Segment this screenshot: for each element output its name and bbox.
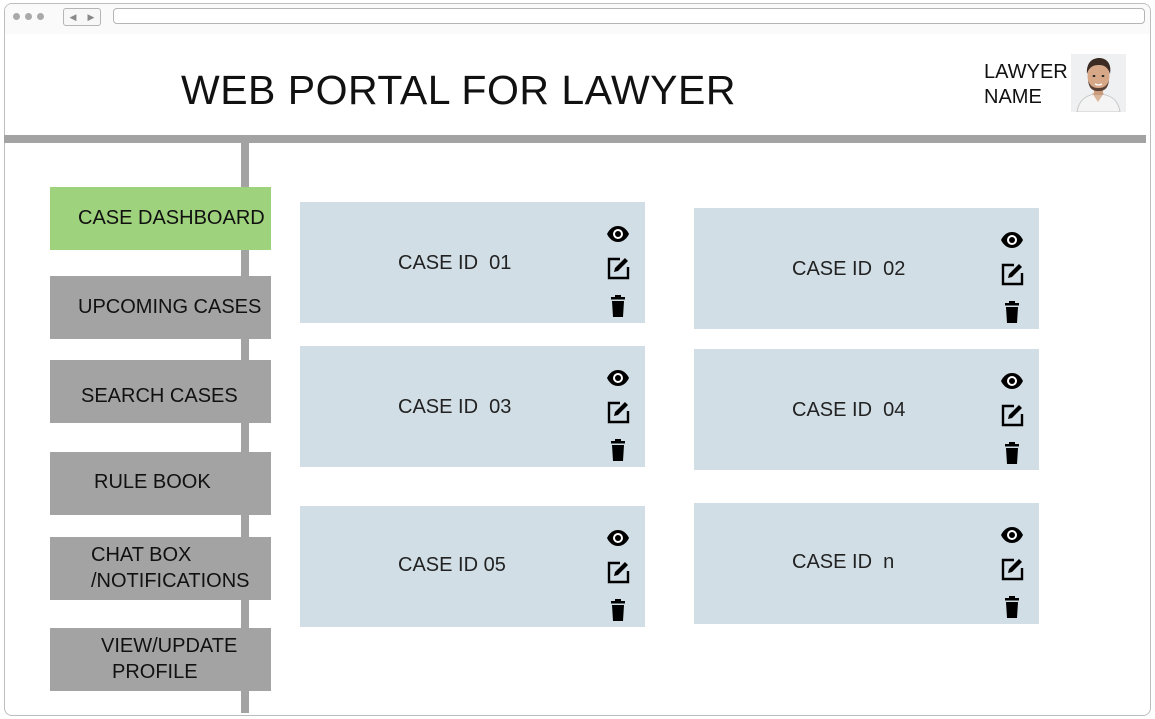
maximize-dot-icon[interactable] — [37, 13, 44, 20]
sidebar-item-view-update-profile[interactable]: VIEW/UPDATE PROFILE — [50, 628, 271, 691]
lawyer-name: LAWYER NAME — [984, 60, 1068, 110]
sidebar-item-chat-notifications[interactable]: CHAT BOX /NOTIFICATIONS — [50, 537, 271, 600]
case-card[interactable]: CASE ID n — [694, 503, 1039, 624]
close-dot-icon[interactable] — [13, 13, 20, 20]
sidebar-item-label-line2: /NOTIFICATIONS — [91, 570, 250, 592]
case-id-label: CASE ID — [792, 258, 873, 280]
eye-icon[interactable] — [1000, 369, 1024, 393]
trash-icon[interactable] — [606, 438, 630, 462]
edit-icon[interactable] — [606, 560, 630, 584]
sidebar-item-label-line2: PROFILE — [112, 661, 198, 683]
sidebar-item-label: UPCOMING CASES — [78, 296, 262, 318]
minimize-dot-icon[interactable] — [25, 13, 32, 20]
back-arrow-icon[interactable]: ◀ — [70, 12, 77, 22]
edit-icon[interactable] — [606, 400, 630, 424]
browser-toolbar: ◀ ▶ — [5, 4, 1150, 34]
case-card[interactable]: CASE ID 05 — [300, 506, 645, 627]
sidebar-item-label-line1: CHAT BOX — [91, 544, 192, 566]
case-id-label: CASE ID — [792, 551, 873, 573]
history-buttons: ◀ ▶ — [63, 8, 101, 26]
case-id-value: 05 — [483, 554, 506, 576]
case-label: CASE ID 03 — [398, 396, 511, 419]
case-label: CASE ID 04 — [792, 399, 905, 422]
case-id-value: 03 — [489, 396, 512, 418]
eye-icon[interactable] — [1000, 523, 1024, 547]
case-label: CASE ID 05 — [398, 554, 506, 577]
case-id-value: 02 — [883, 258, 906, 280]
address-bar[interactable] — [113, 8, 1145, 24]
sidebar-item-label: CASE DASHBOARD — [78, 207, 265, 229]
avatar[interactable] — [1071, 54, 1126, 112]
case-id-value: n — [883, 551, 895, 573]
trash-icon[interactable] — [606, 598, 630, 622]
case-id-value: 01 — [489, 252, 512, 274]
case-card[interactable]: CASE ID 04 — [694, 349, 1039, 470]
case-label: CASE ID n — [792, 551, 894, 574]
sidebar-item-label-line1: VIEW/UPDATE — [101, 635, 238, 657]
case-card[interactable]: CASE ID 01 — [300, 202, 645, 323]
case-id-value: 04 — [883, 399, 906, 421]
trash-icon[interactable] — [1000, 441, 1024, 465]
sidebar-item-rule-book[interactable]: RULE BOOK — [50, 452, 271, 515]
case-label: CASE ID 01 — [398, 252, 511, 275]
page-title: WEB PORTAL FOR LAWYER — [181, 67, 736, 113]
trash-icon[interactable] — [1000, 595, 1024, 619]
trash-icon[interactable] — [606, 294, 630, 318]
sidebar-item-label: SEARCH CASES — [81, 385, 238, 407]
header-divider — [4, 135, 1146, 143]
eye-icon[interactable] — [606, 222, 630, 246]
edit-icon[interactable] — [1000, 262, 1024, 286]
sidebar-item-search-cases[interactable]: SEARCH CASES — [50, 360, 271, 423]
lawyer-name-line1: LAWYER — [984, 61, 1068, 83]
forward-arrow-icon[interactable]: ▶ — [88, 12, 95, 22]
edit-icon[interactable] — [606, 256, 630, 280]
case-card[interactable]: CASE ID 03 — [300, 346, 645, 467]
sidebar-item-label: RULE BOOK — [94, 471, 211, 493]
edit-icon[interactable] — [1000, 403, 1024, 427]
window-controls — [13, 13, 44, 20]
case-id-label: CASE ID — [398, 252, 479, 274]
eye-icon[interactable] — [1000, 228, 1024, 252]
eye-icon[interactable] — [606, 526, 630, 550]
sidebar-item-case-dashboard[interactable]: CASE DASHBOARD — [50, 187, 271, 250]
edit-icon[interactable] — [1000, 557, 1024, 581]
case-id-label: CASE ID — [398, 554, 479, 576]
eye-icon[interactable] — [606, 366, 630, 390]
trash-icon[interactable] — [1000, 300, 1024, 324]
sidebar-item-upcoming-cases[interactable]: UPCOMING CASES — [50, 276, 271, 339]
case-id-label: CASE ID — [792, 399, 873, 421]
lawyer-name-line2: NAME — [984, 86, 1042, 108]
case-label: CASE ID 02 — [792, 258, 905, 281]
case-id-label: CASE ID — [398, 396, 479, 418]
case-card[interactable]: CASE ID 02 — [694, 208, 1039, 329]
